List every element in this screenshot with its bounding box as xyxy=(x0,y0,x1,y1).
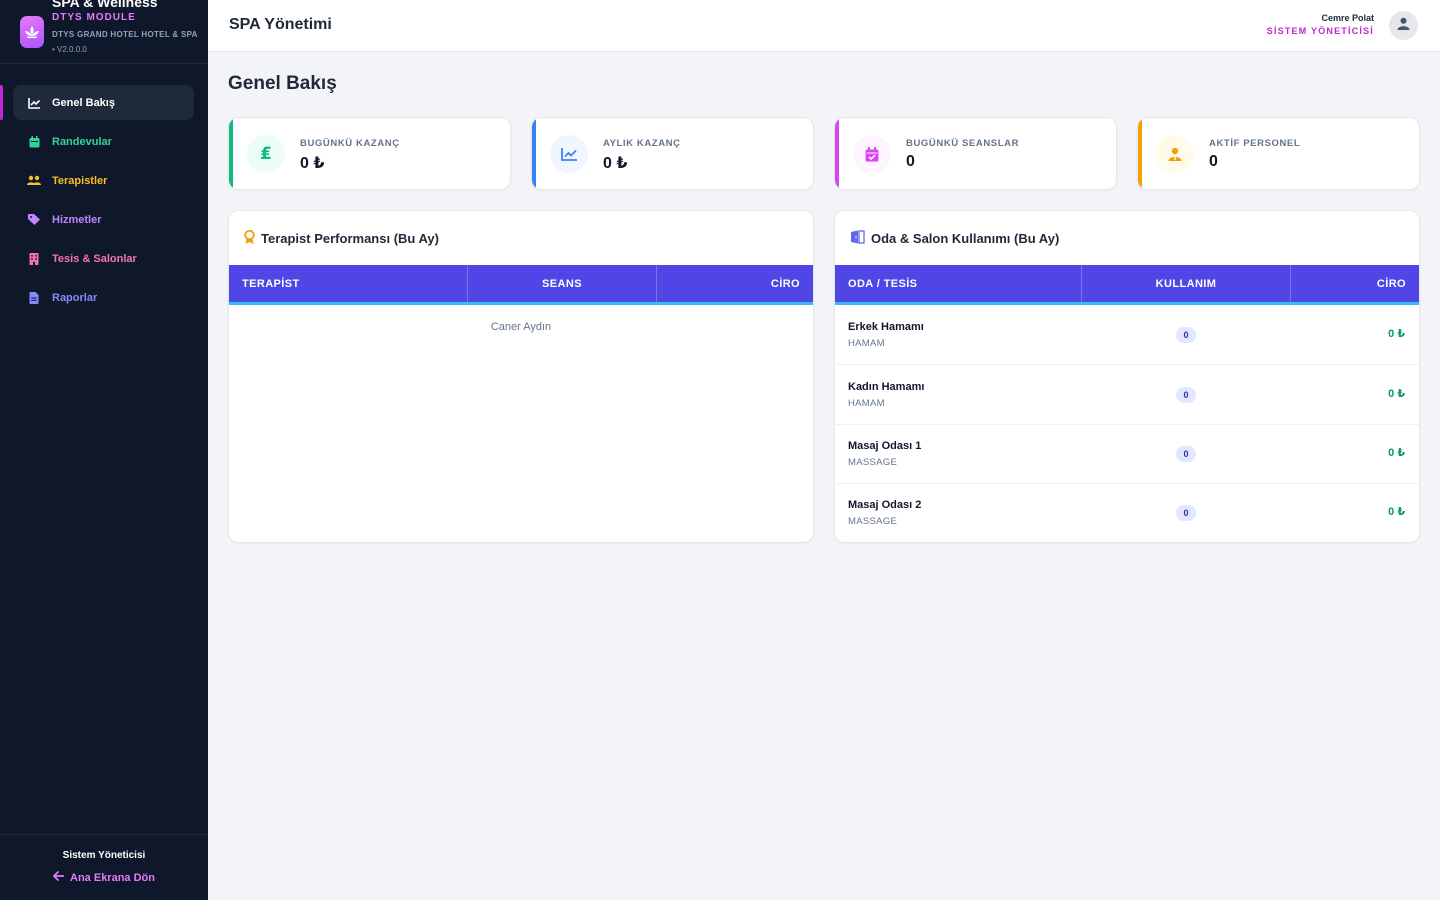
table-row[interactable]: Masaj Odası 2 MASSAGE 0 0 ₺ xyxy=(835,484,1419,542)
sidebar-item-terapistler[interactable]: Terapistler xyxy=(13,163,194,198)
room-type: HAMAM xyxy=(848,398,885,409)
user-info[interactable]: Cemre Polat SİSTEM YÖNETİCİSİ xyxy=(1267,13,1374,36)
stat-label: AKTİF PERSONEL xyxy=(1209,138,1301,149)
user-icon xyxy=(1397,17,1410,35)
sidebar-item-genel-bakis[interactable]: Genel Bakış xyxy=(0,85,194,120)
brand-title: SPA & Wellness xyxy=(52,0,158,10)
stat-accent-bar xyxy=(229,118,233,189)
sidebar-item-hizmetler[interactable]: Hizmetler xyxy=(13,202,194,237)
page-title: Genel Bakış xyxy=(228,73,337,94)
brand: SPA & Wellness DTYS MODULE DTYS GRAND HO… xyxy=(0,0,208,64)
brand-version: • V2.0.0.0 xyxy=(52,45,87,54)
panel-title: Terapist Performansı (Bu Ay) xyxy=(244,229,439,247)
sidebar-role-label: Sistem Yöneticisi xyxy=(62,850,146,861)
sidebar-item-randevular[interactable]: Randevular xyxy=(13,124,194,159)
room-revenue: 0 ₺ xyxy=(1388,328,1405,340)
column-header-therapist[interactable]: TERAPİST xyxy=(229,265,468,302)
sidebar-item-label: Raporlar xyxy=(52,291,98,304)
stat-value: 0 ₺ xyxy=(300,155,325,172)
column-header-room[interactable]: ODA / TESİS xyxy=(835,265,1082,302)
stat-card-daily-sessions: BUGÜNKÜ SEANSLAR 0 xyxy=(834,117,1117,190)
column-header-usage[interactable]: KULLANIM xyxy=(1082,265,1291,302)
brand-module: DTYS MODULE xyxy=(52,12,136,23)
usage-badge: 0 xyxy=(1176,446,1196,462)
users-icon xyxy=(27,174,41,188)
sidebar-footer: Sistem Yöneticisi Ana Ekrana Dön xyxy=(0,834,208,900)
back-to-home-button[interactable]: Ana Ekrana Dön xyxy=(52,871,155,884)
calendar-check-icon xyxy=(853,135,891,173)
room-type: HAMAM xyxy=(848,338,885,349)
stat-accent-bar xyxy=(835,118,839,189)
back-to-home-label: Ana Ekrana Dön xyxy=(70,871,155,884)
sidebar-item-raporlar[interactable]: Raporlar xyxy=(13,280,194,315)
sidebar-item-label: Genel Bakış xyxy=(52,96,115,109)
stat-label: BUGÜNKÜ SEANSLAR xyxy=(906,138,1020,149)
sidebar-item-label: Randevular xyxy=(52,135,112,148)
stat-label: AYLIK KAZANÇ xyxy=(603,138,681,149)
stat-value: 0 xyxy=(906,153,915,170)
sidebar-item-label: Tesis & Salonlar xyxy=(52,252,137,265)
room-name: Erkek Hamamı xyxy=(848,321,924,333)
door-open-icon xyxy=(850,230,865,247)
panel-title: Oda & Salon Kullanımı (Bu Ay) xyxy=(850,230,1059,247)
avatar[interactable] xyxy=(1389,11,1418,40)
stat-accent-bar xyxy=(532,118,536,189)
sidebar: SPA & Wellness DTYS MODULE DTYS GRAND HO… xyxy=(0,0,208,900)
room-name: Masaj Odası 1 xyxy=(848,440,922,452)
room-type: MASSAGE xyxy=(848,516,898,527)
stat-label: BUGÜNKÜ KAZANÇ xyxy=(300,138,400,149)
building-icon xyxy=(27,252,41,266)
award-icon xyxy=(244,229,255,247)
header-title: SPA Yönetimi xyxy=(229,16,332,33)
stat-accent-bar xyxy=(1138,118,1142,189)
stat-value: 0 xyxy=(1209,153,1218,170)
table-row[interactable]: Masaj Odası 1 MASSAGE 0 0 ₺ xyxy=(835,425,1419,484)
lira-icon: ₤ xyxy=(247,135,285,173)
room-type: MASSAGE xyxy=(848,457,898,468)
room-name: Masaj Odası 2 xyxy=(848,499,922,511)
lotus-icon xyxy=(20,16,44,48)
arrow-left-icon xyxy=(52,871,65,884)
tag-icon xyxy=(27,213,41,227)
user-tie-icon xyxy=(1156,135,1194,173)
sidebar-item-tesis-salonlar[interactable]: Tesis & Salonlar xyxy=(13,241,194,276)
table-row[interactable]: Kadın Hamamı HAMAM 0 0 ₺ xyxy=(835,366,1419,425)
stat-value: 0 ₺ xyxy=(603,155,628,172)
calendar-icon xyxy=(27,135,41,149)
therapist-performance-panel: Terapist Performansı (Bu Ay) TERAPİST SE… xyxy=(228,210,814,543)
room-revenue: 0 ₺ xyxy=(1388,506,1405,518)
file-icon xyxy=(27,291,41,305)
column-header-sessions[interactable]: SEANS xyxy=(468,265,657,302)
column-header-revenue[interactable]: CİRO xyxy=(1291,265,1419,302)
table-header: TERAPİST SEANS CİRO xyxy=(229,265,813,305)
room-revenue: 0 ₺ xyxy=(1388,447,1405,459)
chart-line-icon xyxy=(27,96,41,110)
chart-line-icon xyxy=(550,135,588,173)
table-header: ODA / TESİS KULLANIM CİRO xyxy=(835,265,1419,305)
usage-badge: 0 xyxy=(1176,505,1196,521)
sidebar-item-label: Terapistler xyxy=(52,174,108,187)
table-row[interactable]: Erkek Hamamı HAMAM 0 0 ₺ xyxy=(835,306,1419,365)
brand-hotel: DTYS GRAND HOTEL HOTEL & SPA xyxy=(52,30,198,39)
stat-card-active-staff: AKTİF PERSONEL 0 xyxy=(1137,117,1420,190)
user-role: SİSTEM YÖNETİCİSİ xyxy=(1266,26,1374,36)
top-header: SPA Yönetimi Cemre Polat SİSTEM YÖNETİCİ… xyxy=(208,0,1440,52)
room-name: Kadın Hamamı xyxy=(848,381,925,393)
column-header-revenue[interactable]: CİRO xyxy=(657,265,813,302)
therapist-placeholder-text: Caner Aydın xyxy=(490,321,552,333)
usage-badge: 0 xyxy=(1176,327,1196,343)
stat-card-monthly-revenue: AYLIK KAZANÇ 0 ₺ xyxy=(531,117,814,190)
room-panel-title: Oda & Salon Kullanımı (Bu Ay) xyxy=(871,231,1060,246)
room-revenue: 0 ₺ xyxy=(1388,388,1405,400)
room-usage-panel: Oda & Salon Kullanımı (Bu Ay) ODA / TESİ… xyxy=(834,210,1420,543)
brand-text: SPA & Wellness DTYS MODULE DTYS GRAND HO… xyxy=(52,0,202,55)
therapist-panel-title: Terapist Performansı (Bu Ay) xyxy=(261,231,439,246)
user-name: Cemre Polat xyxy=(1321,13,1374,23)
sidebar-item-label: Hizmetler xyxy=(52,213,102,226)
stat-card-daily-revenue: ₤ BUGÜNKÜ KAZANÇ 0 ₺ xyxy=(228,117,511,190)
usage-badge: 0 xyxy=(1176,387,1196,403)
sidebar-nav: Genel Bakış Randevular Terapistler Hizme… xyxy=(0,85,208,319)
